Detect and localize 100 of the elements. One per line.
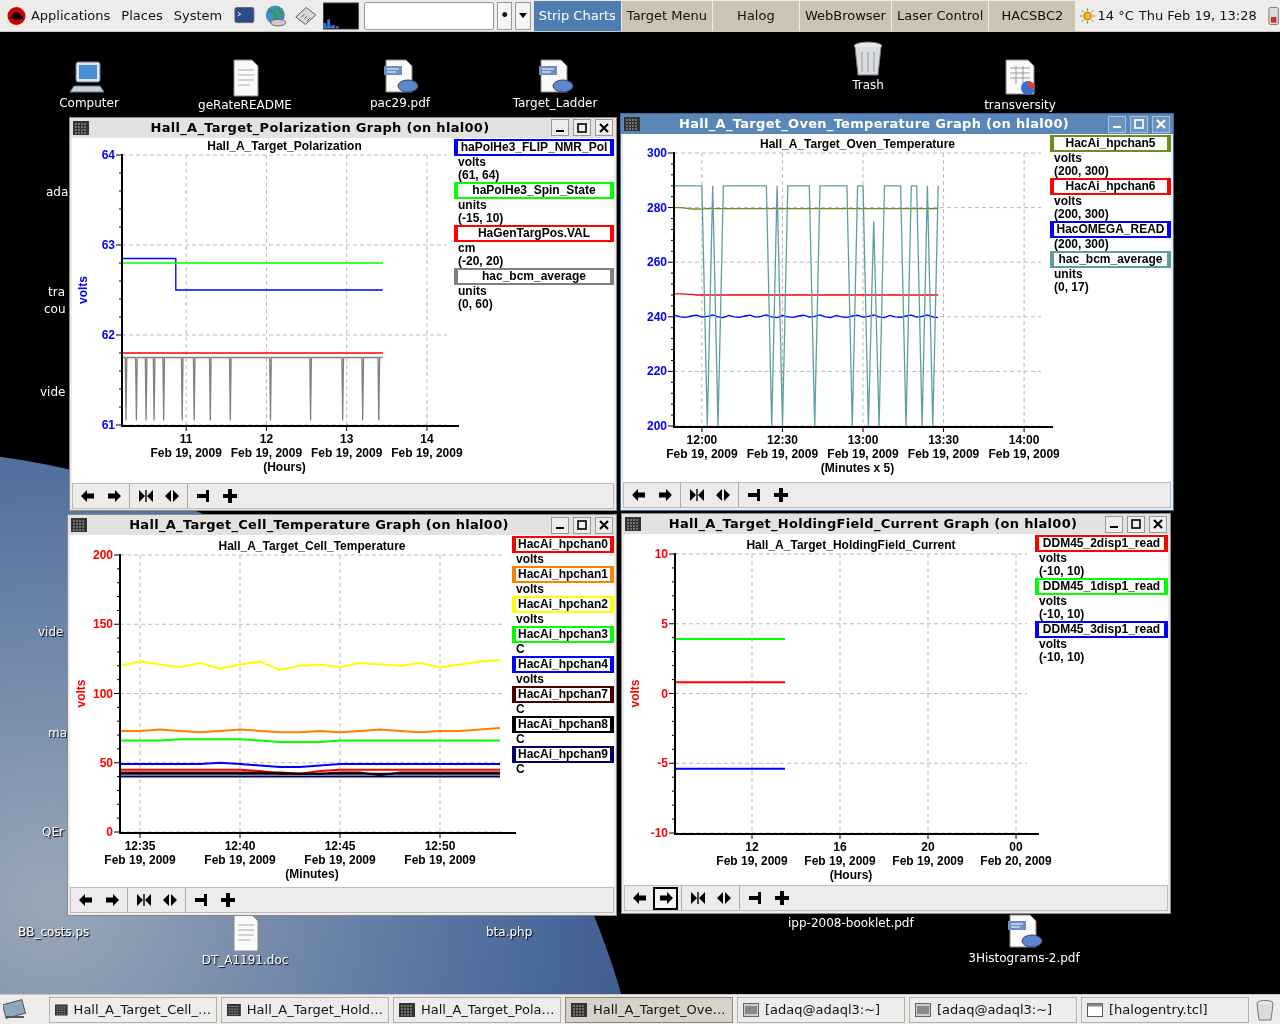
close-button[interactable] <box>595 119 613 137</box>
legend-unit: C <box>515 733 526 746</box>
desktop-icon-label[interactable]: Target_Ladder <box>512 96 598 110</box>
applet-icon[interactable] <box>1266 4 1280 27</box>
panel-task-button[interactable]: Halog <box>712 0 799 31</box>
window-title: Hall_A_Target_Oven_Temperature Graph (on hlal00) <box>678 115 1070 134</box>
desktop-icon-label[interactable]: vide <box>40 385 66 399</box>
panel-task-button[interactable]: Laser Control <box>891 0 989 31</box>
inward-triangles-icon <box>135 892 152 908</box>
x-tick-date: Feb 19, 2009 <box>804 854 876 868</box>
panel-menu[interactable]: Places <box>121 5 163 26</box>
terminal-icon[interactable] <box>234 5 255 26</box>
x-tick-date: Feb 19, 2009 <box>892 854 964 868</box>
minimize-button[interactable] <box>1105 515 1123 533</box>
legend-series-label: HaGenTargPos.VAL <box>454 224 614 242</box>
toolbar-button[interactable] <box>653 886 678 910</box>
plus-icon <box>221 487 238 504</box>
panel-task-button[interactable]: Target Menu <box>621 0 712 31</box>
minimize-button[interactable] <box>551 516 569 534</box>
computer-icon <box>70 58 108 96</box>
panel-menu[interactable]: Applications <box>30 5 111 26</box>
minimize-icon <box>556 129 564 132</box>
panel-task-button[interactable]: HACSBC2 <box>989 0 1076 31</box>
legend-unit: volts <box>515 583 545 596</box>
legend-series-label: DDM45_2disp1_read <box>1035 535 1168 552</box>
desktop-icon-label[interactable]: pac29.pdf <box>369 96 431 110</box>
entry-button[interactable]: • <box>497 1 513 30</box>
close-button[interactable] <box>595 516 613 534</box>
trash-icon[interactable] <box>1255 998 1275 1021</box>
maximize-button[interactable] <box>573 119 591 137</box>
y-axis-label: volts <box>628 679 642 708</box>
x-tick-label: 12:40 <box>224 839 256 853</box>
x-tick-label: 14 <box>420 431 434 446</box>
desktop-icon-label[interactable]: tra <box>48 285 65 299</box>
trash-icon <box>851 40 885 78</box>
close-button[interactable] <box>1149 515 1167 533</box>
sun-icon <box>1080 7 1096 24</box>
desktop-icon-label[interactable]: Trash <box>852 78 884 92</box>
legend-unit: units <box>457 198 488 212</box>
x-tick-label: 12:50 <box>424 839 456 853</box>
calculator-icon[interactable] <box>292 4 318 27</box>
window-menu-icon[interactable] <box>73 120 89 135</box>
hat-logo-icon[interactable] <box>7 5 26 26</box>
taskbar-window-button[interactable]: [adaq@adaql3:~] <box>909 996 1077 1023</box>
desktop-icon-label[interactable]: Computer <box>59 96 119 110</box>
taskbar-window-button[interactable]: [halogentry.tcl] <box>1081 996 1249 1023</box>
legend-series-label: HacAi_hpchan0 <box>512 536 614 553</box>
panel-task-button[interactable]: Strip Charts <box>533 0 621 31</box>
desktop-icon-label[interactable]: transversity <box>984 98 1056 112</box>
legend-range: (-20, 20) <box>457 254 505 268</box>
desktop-icon-label[interactable]: ada <box>46 185 69 199</box>
desktop-icon-label[interactable]: geRateREADME <box>198 98 292 112</box>
dropdown-button[interactable] <box>515 1 531 30</box>
plus-icon <box>219 892 236 908</box>
legend-unit: volts <box>457 155 487 169</box>
command-field[interactable] <box>364 1 495 30</box>
outward-triangles-icon <box>163 487 180 504</box>
minimize-button[interactable] <box>551 119 569 137</box>
cpu-graph[interactable] <box>323 1 360 30</box>
x-tick-date: Feb 19, 2009 <box>907 447 980 461</box>
x-tick-date: Feb 19, 2009 <box>988 447 1060 461</box>
legend-unit: cm <box>457 241 477 255</box>
maximize-button[interactable] <box>1127 515 1145 533</box>
y-axis-label: volts <box>76 275 90 304</box>
y-tick-label: 10 <box>654 547 668 561</box>
desktop-icon-label[interactable]: vide <box>38 625 64 639</box>
panel-task-button[interactable]: WebBrowser <box>799 0 891 31</box>
desktop-icon-label[interactable]: bta.php <box>486 925 533 939</box>
x-tick-date: Feb 20, 2009 <box>980 854 1052 868</box>
x-tick-date: Feb 19, 2009 <box>827 447 899 461</box>
taskbar-window-button[interactable]: Hall_A_Target_Ove… <box>565 996 733 1023</box>
maximize-button[interactable] <box>573 516 591 534</box>
x-axis-label: (Hours) <box>263 459 306 474</box>
legend-range: (200, 300) <box>1053 208 1110 221</box>
x-tick-date: Feb 19, 2009 <box>230 445 303 460</box>
legend-series-label: DDM45_3disp1_read <box>1035 621 1168 638</box>
desktop-icon-label[interactable]: cou <box>44 302 66 316</box>
legend-series-label: HacAi_hpchan6 <box>1050 178 1171 195</box>
x-tick-date: Feb 19, 2009 <box>104 853 176 867</box>
show-desktop-icon[interactable] <box>3 998 27 1021</box>
y-tick-label: -5 <box>657 756 668 771</box>
taskbar-window-button[interactable]: [adaq@adaql3:~] <box>737 996 905 1023</box>
y-tick-label: 200 <box>646 419 667 433</box>
globe-icon[interactable] <box>263 3 288 28</box>
desktop-icon-label[interactable]: ipp-2008-booklet.pdf <box>788 916 914 930</box>
bar-end-icon <box>193 892 210 908</box>
taskbar-window-button[interactable]: Hall_A_Target_Hold… <box>221 996 389 1023</box>
legend-range: (200, 300) <box>1053 165 1110 178</box>
right-arrow-icon <box>657 890 674 906</box>
panel-menu[interactable]: System <box>173 5 223 26</box>
y-tick-label: 280 <box>646 200 667 215</box>
y-tick-label: 150 <box>92 617 113 632</box>
legend-series-label: hac_bcm_average <box>1050 251 1171 268</box>
legend-range: (61, 64) <box>457 168 501 182</box>
clock-text[interactable]: Thu Feb 19, 13:28 <box>1138 5 1257 26</box>
y-tick-label: 5 <box>661 616 668 631</box>
taskbar-window-button[interactable]: Hall_A_Target_Cell_… <box>49 996 217 1023</box>
desktop-icon-label[interactable]: 3Histograms-2.pdf <box>968 951 1080 965</box>
y-tick-label: 200 <box>92 548 113 562</box>
taskbar-window-button[interactable]: Hall_A_Target_Pola… <box>393 996 561 1023</box>
